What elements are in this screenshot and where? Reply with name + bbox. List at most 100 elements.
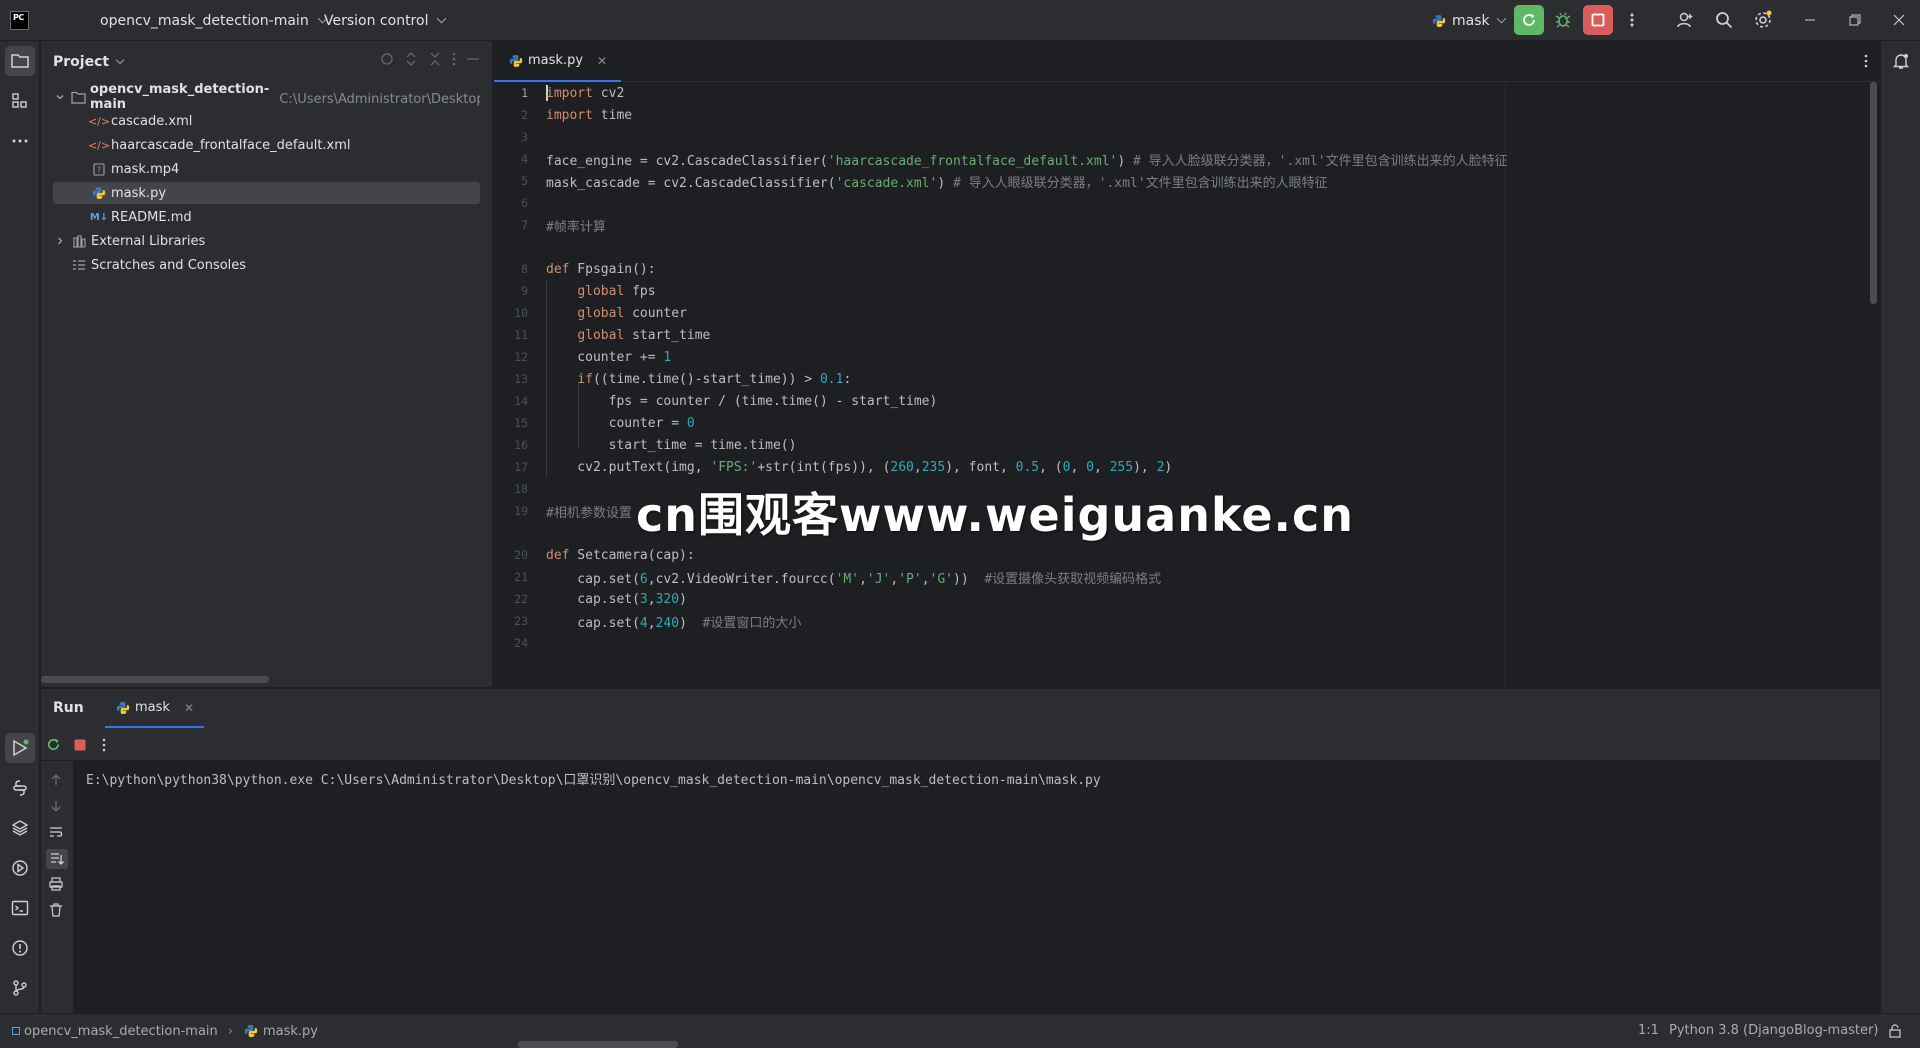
trash-icon[interactable] <box>49 903 63 917</box>
close-window-button[interactable] <box>1884 5 1914 35</box>
chevron-down-icon <box>115 55 125 65</box>
services-tool-button[interactable] <box>5 853 35 883</box>
layers-tool-button[interactable] <box>5 813 35 843</box>
project-view-selector[interactable]: Project <box>53 54 125 70</box>
tree-file-mask-py[interactable]: mask.py <box>53 182 480 204</box>
code-editor[interactable]: 1 import cv2 2 import time 3 4 face_engine … <box>494 82 1880 687</box>
python-icon <box>115 700 131 716</box>
title-bar: PC opencv_mask_detection-main Version co… <box>0 0 1920 41</box>
close-tab-icon[interactable]: ✕ <box>184 701 194 715</box>
tree-file-readme-md[interactable]: M↓ README.md <box>53 206 480 228</box>
project-panel-actions <box>380 52 480 66</box>
scroll-up-icon[interactable] <box>49 773 63 787</box>
bell-icon <box>1892 54 1910 69</box>
tree-file-mask-mp4[interactable]: ? mask.mp4 <box>53 158 480 180</box>
editor-tab-options-button[interactable] <box>1864 54 1868 68</box>
stop-button[interactable] <box>74 739 86 751</box>
tab-mask-py[interactable]: mask.py ✕ <box>494 41 622 82</box>
code-line: 21 cap.set(6,cv2.VideoWriter.fourcc('M',… <box>514 570 1162 587</box>
tab-run-mask[interactable]: mask ✕ <box>105 689 204 728</box>
more-tools-button[interactable] <box>5 126 35 156</box>
problems-tool-button[interactable] <box>5 933 35 963</box>
folder-icon <box>11 54 29 68</box>
stop-button[interactable] <box>1583 5 1613 35</box>
more-actions-button[interactable] <box>1617 5 1647 35</box>
python-packages-button[interactable] <box>5 773 35 803</box>
version-control-menu[interactable]: Version control <box>324 0 447 41</box>
main-menu-icon[interactable] <box>53 12 70 28</box>
code-line: 4 face_engine = cv2.CascadeClassifier('ha… <box>521 152 1508 169</box>
run-panel-title: Run <box>53 700 84 716</box>
code-line: 13 if((time.time()-start_time)) > 0.1: <box>514 371 852 387</box>
tree-scratches-consoles[interactable]: Scratches and Consoles <box>53 254 480 276</box>
hide-panel-icon[interactable] <box>466 52 480 66</box>
run-more-button[interactable] <box>102 738 106 752</box>
folder-icon <box>71 89 86 105</box>
minimize-button[interactable] <box>1795 5 1825 35</box>
code-with-me-button[interactable] <box>1670 5 1700 35</box>
navigation-breadcrumb: opencv_mask_detection-main › mask.py <box>12 1023 318 1039</box>
tree-external-libraries[interactable]: External Libraries <box>53 230 480 252</box>
python-file-icon <box>91 185 107 201</box>
structure-tool-button[interactable] <box>5 86 35 116</box>
soft-wrap-icon[interactable] <box>49 825 63 839</box>
code-line: 3 <box>521 130 528 144</box>
close-icon <box>1893 14 1905 26</box>
more-horizontal-icon <box>12 139 28 143</box>
pycharm-logo[interactable]: PC <box>10 11 29 30</box>
more-vertical-icon[interactable] <box>452 52 456 66</box>
rerun-button[interactable] <box>1514 5 1544 35</box>
expand-all-icon[interactable] <box>404 52 418 66</box>
scroll-to-end-button[interactable] <box>46 849 68 869</box>
status-bar: opencv_mask_detection-main › mask.py 1:1… <box>0 1013 1920 1048</box>
debug-button[interactable] <box>1548 5 1578 35</box>
gear-icon <box>1755 10 1772 28</box>
layers-icon <box>11 820 29 836</box>
tree-file-haarcascade-xml[interactable]: </> haarcascade_frontalface_default.xml <box>53 134 480 156</box>
code-line: 15 counter = 0 <box>514 415 695 431</box>
breadcrumb-file[interactable]: mask.py <box>263 1024 318 1039</box>
locate-icon[interactable] <box>380 52 394 66</box>
rerun-icon <box>1523 14 1535 26</box>
search-icon <box>1716 12 1733 29</box>
xml-icon: </> <box>87 114 111 128</box>
unknown-file-icon: ? <box>91 161 107 177</box>
console-output[interactable]: E:\python\python38\python.exe C:\Users\A… <box>74 761 1880 1013</box>
add-user-icon <box>1677 12 1693 28</box>
restore-icon <box>1849 14 1861 26</box>
project-tool-button[interactable] <box>5 46 35 76</box>
code-line: 7 #帧率计算 <box>521 218 606 235</box>
chevron-down-icon[interactable] <box>55 92 65 102</box>
tree-root-folder[interactable]: opencv_mask_detection-main C:\Users\Admi… <box>53 82 480 112</box>
chevron-right-icon[interactable] <box>55 236 65 246</box>
chevron-down-icon <box>1496 13 1507 24</box>
terminal-tool-button[interactable] <box>5 893 35 923</box>
rerun-button[interactable] <box>46 737 61 752</box>
code-line: 11 global start_time <box>514 327 711 343</box>
code-line: 1 import cv2 <box>521 85 625 101</box>
project-selector[interactable]: opencv_mask_detection-main <box>100 0 328 41</box>
run-tool-button[interactable] <box>5 733 35 763</box>
cursor-position[interactable]: 1:1 <box>1638 1023 1659 1038</box>
print-icon[interactable] <box>49 877 63 891</box>
problems-icon <box>12 940 28 956</box>
git-tool-button[interactable] <box>5 973 35 1003</box>
tree-file-cascade-xml[interactable]: </> cascade.xml <box>53 110 480 132</box>
horizontal-scrollbar[interactable] <box>41 676 269 683</box>
scroll-down-icon[interactable] <box>49 799 63 813</box>
notifications-button[interactable] <box>1886 46 1916 76</box>
collapse-all-icon[interactable] <box>428 52 442 66</box>
lock-icon[interactable] <box>1888 1024 1902 1038</box>
close-tab-icon[interactable]: ✕ <box>597 54 607 68</box>
rerun-icon <box>48 738 60 750</box>
settings-button[interactable] <box>1748 5 1778 35</box>
breadcrumb-project[interactable]: opencv_mask_detection-main <box>24 1024 218 1039</box>
run-config-selector[interactable]: mask <box>1432 0 1507 41</box>
git-branch-icon <box>13 980 27 996</box>
watermark-text: cn围观客www.weiguanke.cn <box>636 488 1355 542</box>
python-interpreter-selector[interactable]: Python 3.8 (DjangoBlog-master) <box>1669 1023 1878 1038</box>
scroll-to-end-icon <box>51 853 64 865</box>
restore-button[interactable] <box>1840 5 1870 35</box>
search-everywhere-button[interactable] <box>1709 5 1739 35</box>
code-line: 20 def Setcamera(cap): <box>514 547 695 563</box>
